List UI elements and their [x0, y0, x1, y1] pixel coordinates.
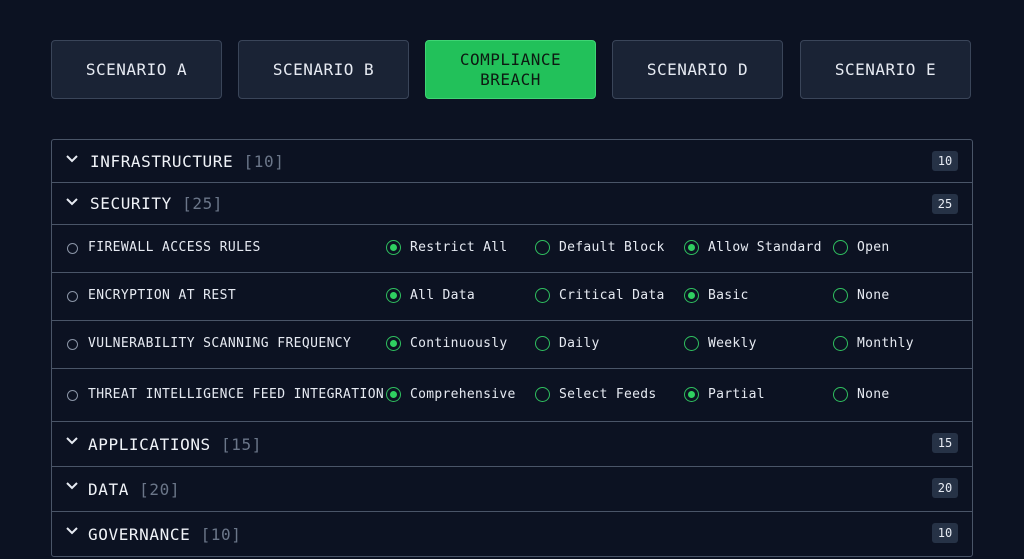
radio-option[interactable]: Allow Standard: [684, 240, 822, 255]
section-title: DATA [20]: [88, 479, 181, 499]
radio-option[interactable]: Open: [833, 240, 890, 255]
radio-option[interactable]: Weekly: [684, 336, 757, 351]
radio-option[interactable]: Monthly: [833, 336, 914, 351]
option-label: Allow Standard: [708, 240, 822, 255]
count-badge: 10: [932, 523, 958, 543]
row-label: FIREWALL ACCESS RULES: [88, 240, 261, 255]
radio-selected-icon[interactable]: [386, 240, 401, 255]
option-label: All Data: [410, 288, 476, 303]
chevron-down-icon: [66, 155, 78, 163]
security-option-row: ENCRYPTION AT REST All Data Critical Data B…: [52, 273, 972, 321]
section-title: SECURITY [25]: [90, 194, 224, 213]
radio-dot: [688, 244, 695, 251]
option-label: Open: [857, 240, 890, 255]
radio-option[interactable]: Comprehensive: [386, 387, 516, 402]
option-label: Continuously: [410, 336, 508, 351]
radio-option[interactable]: Select Feeds: [535, 387, 657, 402]
scenario-tabs: SCENARIO A SCENARIO B COMPLIANCE BREACH …: [51, 40, 973, 101]
option-label: Basic: [708, 288, 749, 303]
row-select-circle-icon[interactable]: [67, 339, 78, 350]
radio-option[interactable]: Default Block: [535, 240, 665, 255]
row-select-circle-icon[interactable]: [67, 390, 78, 401]
count-badge: 15: [932, 433, 958, 453]
radio-empty-icon[interactable]: [833, 336, 848, 351]
radio-option[interactable]: Continuously: [386, 336, 508, 351]
radio-selected-icon[interactable]: [386, 387, 401, 402]
radio-dot: [390, 391, 397, 398]
option-label: Comprehensive: [410, 387, 516, 402]
radio-dot: [390, 292, 397, 299]
radio-empty-icon[interactable]: [535, 288, 550, 303]
chevron-down-icon: [66, 437, 78, 445]
radio-selected-icon[interactable]: [684, 240, 699, 255]
tab-scenario-e[interactable]: SCENARIO E: [800, 40, 971, 99]
option-label: Daily: [559, 336, 600, 351]
security-option-row: FIREWALL ACCESS RULES Restrict All Default…: [52, 225, 972, 273]
radio-selected-icon[interactable]: [386, 336, 401, 351]
security-option-row: THREAT INTELLIGENCE FEED INTEGRATION Comp…: [52, 369, 972, 422]
radio-empty-icon[interactable]: [833, 387, 848, 402]
category-panel: INFRASTRUCTURE [10] 10 SECURITY [25] 25 …: [51, 139, 973, 557]
chevron-down-icon: [66, 198, 78, 206]
option-label: Default Block: [559, 240, 665, 255]
section-data[interactable]: DATA [20] 20: [52, 467, 972, 512]
section-governance[interactable]: GOVERNANCE [10] 10: [52, 512, 972, 556]
radio-empty-icon[interactable]: [833, 240, 848, 255]
radio-dot: [390, 340, 397, 347]
row-label: THREAT INTELLIGENCE FEED INTEGRATION: [88, 387, 385, 402]
tab-scenario-a[interactable]: SCENARIO A: [51, 40, 222, 99]
radio-empty-icon[interactable]: [684, 336, 699, 351]
option-label: Weekly: [708, 336, 757, 351]
section-title: INFRASTRUCTURE [10]: [90, 151, 285, 171]
radio-dot: [688, 391, 695, 398]
row-label: ENCRYPTION AT REST: [88, 288, 237, 303]
option-label: Partial: [708, 387, 765, 402]
security-option-row: VULNERABILITY SCANNING FREQUENCY Continuo…: [52, 321, 972, 369]
count-badge: 10: [932, 151, 958, 171]
section-infrastructure[interactable]: INFRASTRUCTURE [10] 10: [52, 140, 972, 183]
radio-empty-icon[interactable]: [535, 387, 550, 402]
radio-selected-icon[interactable]: [386, 288, 401, 303]
radio-dot: [390, 244, 397, 251]
radio-option[interactable]: Restrict All: [386, 240, 508, 255]
radio-empty-icon[interactable]: [833, 288, 848, 303]
section-title: APPLICATIONS [15]: [88, 434, 262, 454]
radio-empty-icon[interactable]: [535, 240, 550, 255]
tab-scenario-d[interactable]: SCENARIO D: [612, 40, 783, 99]
option-label: Critical Data: [559, 288, 665, 303]
tab-scenario-b[interactable]: SCENARIO B: [238, 40, 409, 99]
row-select-circle-icon[interactable]: [67, 291, 78, 302]
row-label: VULNERABILITY SCANNING FREQUENCY: [88, 336, 352, 351]
row-select-circle-icon[interactable]: [67, 243, 78, 254]
count-badge: 25: [932, 194, 958, 214]
count-badge: 20: [932, 478, 958, 498]
radio-empty-icon[interactable]: [535, 336, 550, 351]
radio-option[interactable]: Critical Data: [535, 288, 665, 303]
radio-selected-icon[interactable]: [684, 387, 699, 402]
option-label: Select Feeds: [559, 387, 657, 402]
option-label: None: [857, 387, 890, 402]
option-label: Monthly: [857, 336, 914, 351]
chevron-down-icon: [66, 527, 78, 535]
radio-option[interactable]: None: [833, 288, 890, 303]
radio-option[interactable]: None: [833, 387, 890, 402]
tab-compliance-breach[interactable]: COMPLIANCE BREACH: [425, 40, 596, 99]
radio-selected-icon[interactable]: [684, 288, 699, 303]
radio-option[interactable]: Daily: [535, 336, 600, 351]
option-label: Restrict All: [410, 240, 508, 255]
chevron-down-icon: [66, 482, 78, 490]
radio-option[interactable]: Partial: [684, 387, 765, 402]
option-label: None: [857, 288, 890, 303]
section-security[interactable]: SECURITY [25] 25: [52, 183, 972, 225]
section-title: GOVERNANCE [10]: [88, 525, 242, 544]
radio-option[interactable]: Basic: [684, 288, 749, 303]
radio-dot: [688, 292, 695, 299]
section-applications[interactable]: APPLICATIONS [15] 15: [52, 422, 972, 467]
radio-option[interactable]: All Data: [386, 288, 475, 303]
